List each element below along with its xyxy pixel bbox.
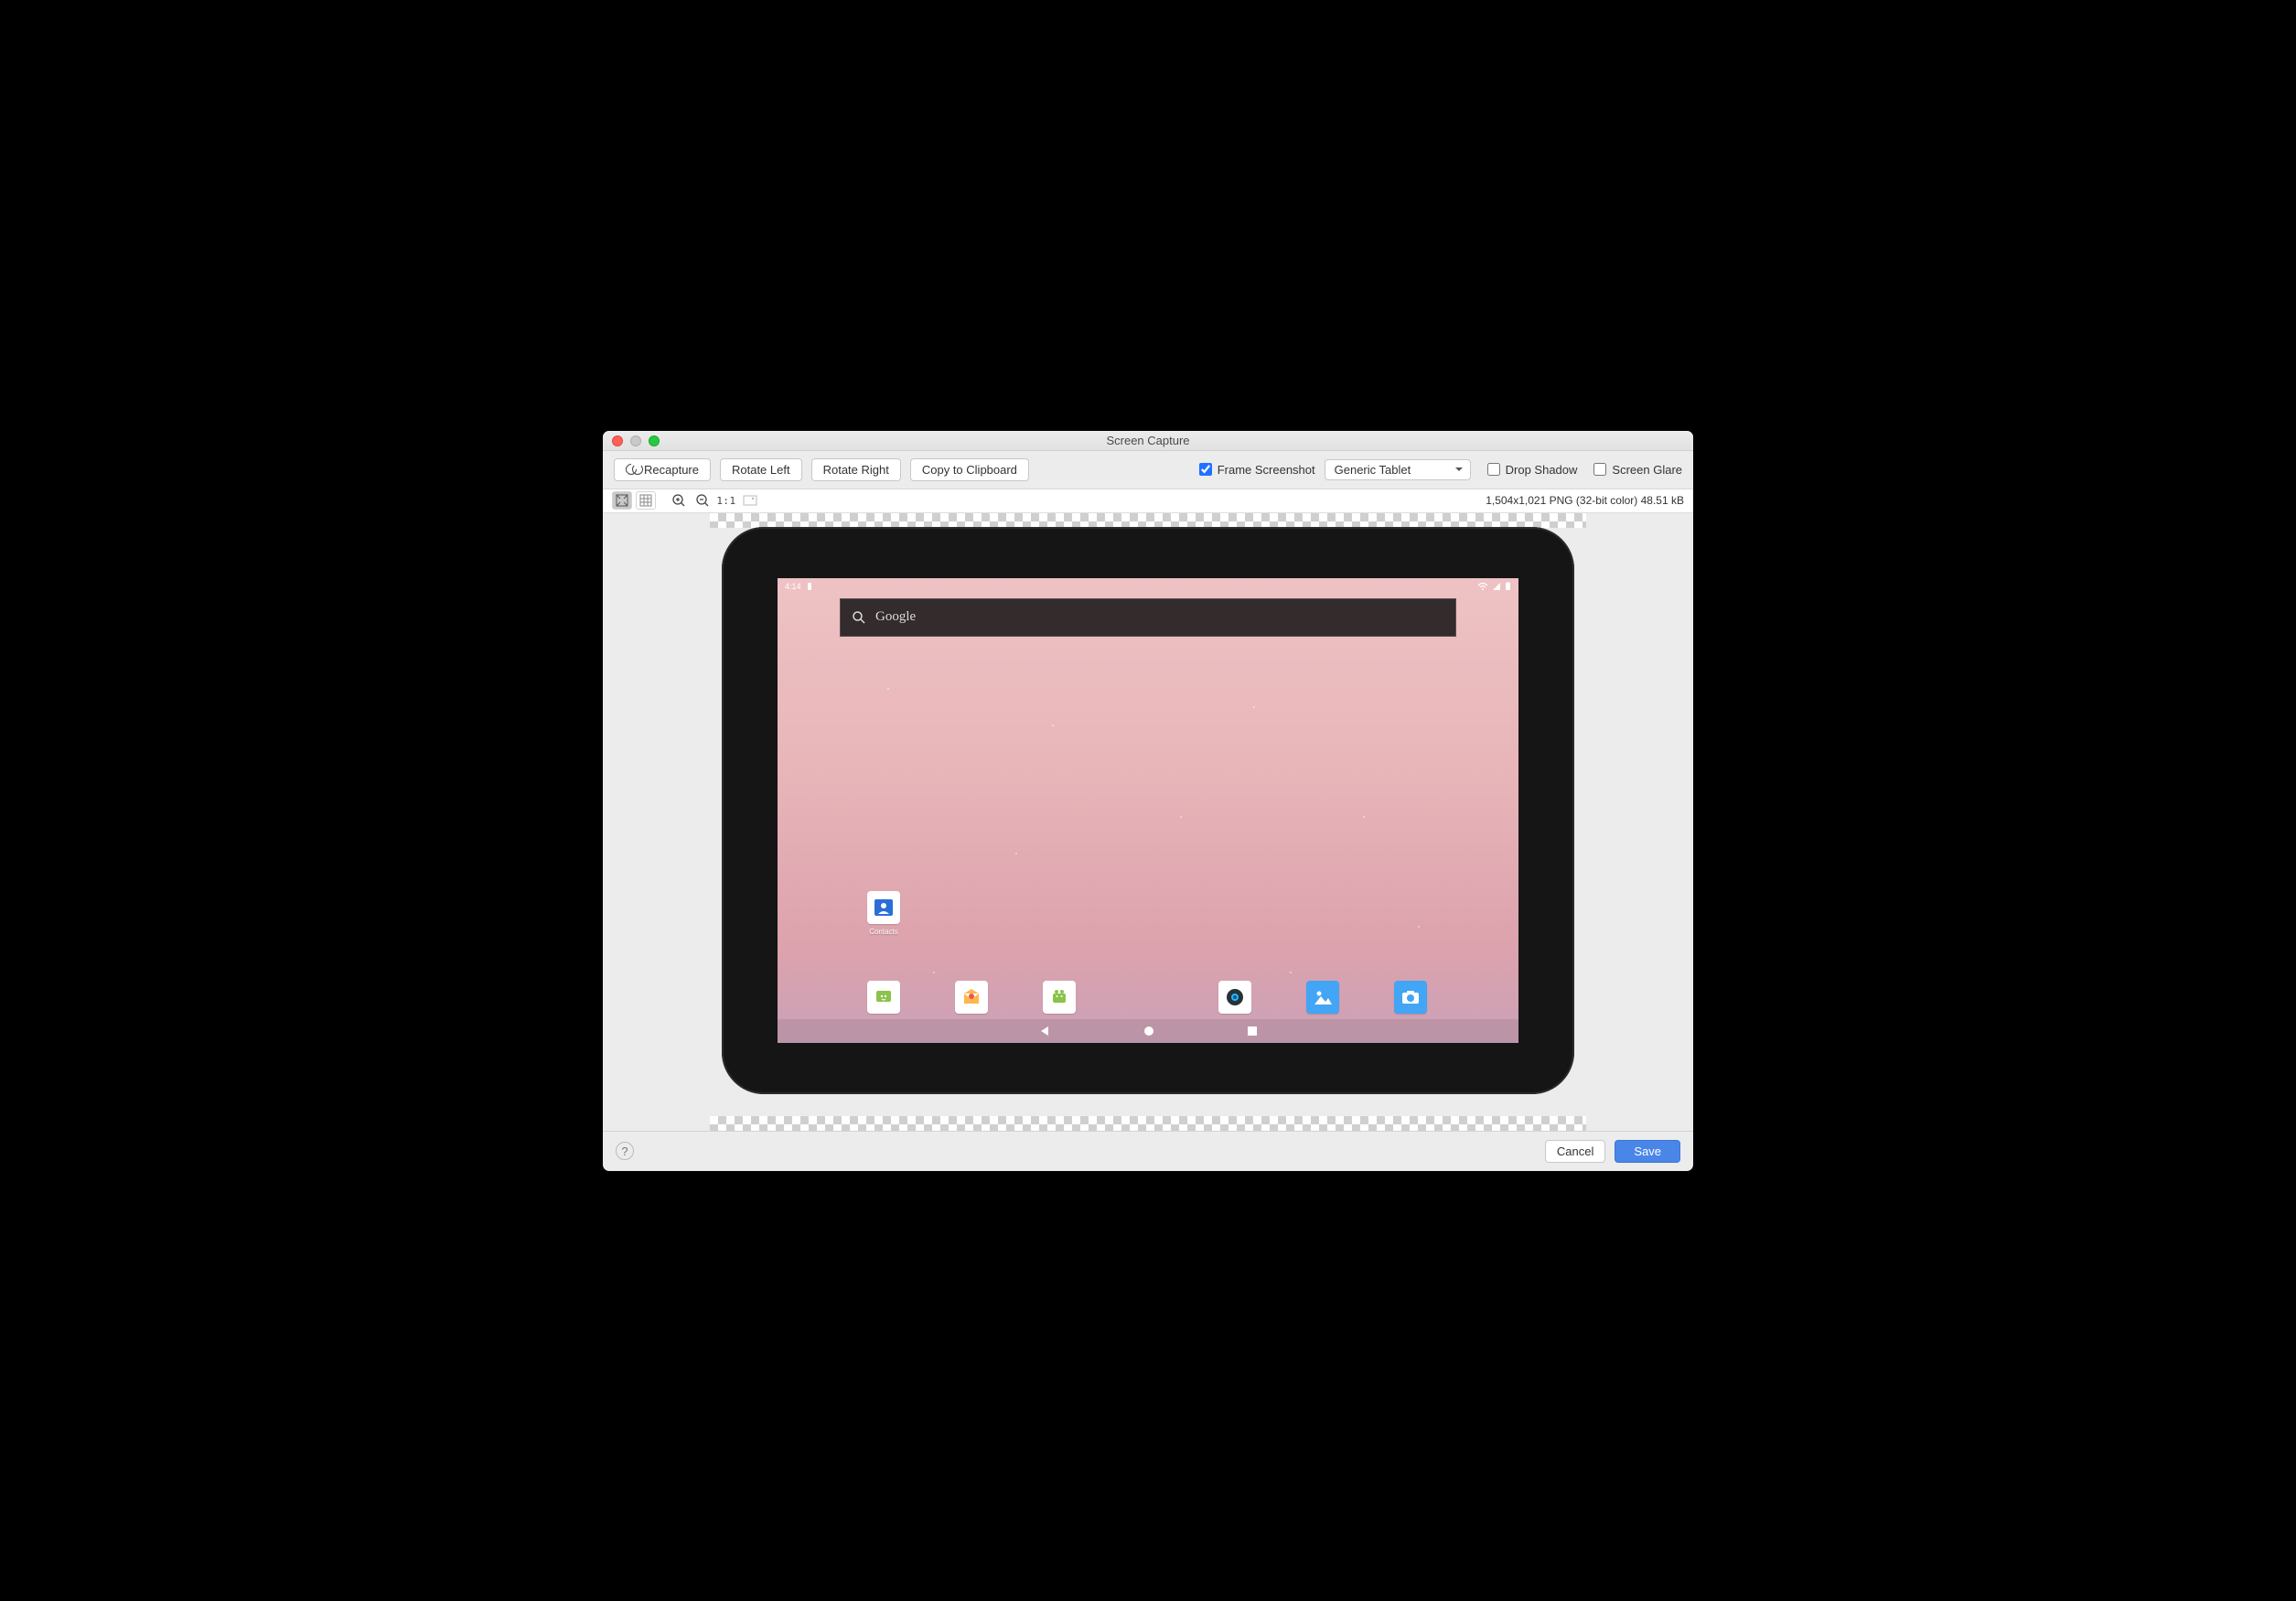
- frame-screenshot-input[interactable]: [1199, 463, 1212, 476]
- search-placeholder: Google: [875, 609, 916, 625]
- zoom-out-button[interactable]: [692, 491, 713, 510]
- device-frame-select[interactable]: Generic Tablet: [1325, 459, 1471, 480]
- zoom-in-icon: [671, 493, 686, 508]
- tablet-screen: 4:14 Google: [778, 578, 1518, 1043]
- screen-glare-checkbox[interactable]: Screen Glare: [1593, 463, 1682, 477]
- messaging-icon: [867, 981, 900, 1014]
- android-navbar: [778, 1019, 1518, 1043]
- preview-area[interactable]: 4:14 Google: [603, 513, 1693, 1131]
- top-toolbar: Recapture Rotate Left Rotate Right Copy …: [603, 451, 1693, 489]
- frame-screenshot-label: Frame Screenshot: [1218, 463, 1315, 477]
- recapture-label: Recapture: [644, 463, 699, 477]
- zoom-fit-icon: [616, 494, 628, 507]
- help-icon: ?: [621, 1144, 628, 1158]
- cancel-button[interactable]: Cancel: [1545, 1140, 1605, 1163]
- save-button[interactable]: Save: [1615, 1140, 1680, 1163]
- close-window-icon[interactable]: [612, 435, 623, 446]
- android-status-bar: 4:14: [778, 578, 1518, 595]
- rotate-right-label: Rotate Right: [823, 463, 889, 477]
- nav-recents-icon[interactable]: [1247, 1026, 1258, 1037]
- wifi-icon: [1477, 582, 1488, 591]
- app-contacts[interactable]: Contacts: [867, 891, 900, 936]
- browser-icon: [1218, 981, 1251, 1014]
- app-gallery[interactable]: [1306, 981, 1339, 1014]
- footer: ? Cancel Save: [603, 1131, 1693, 1171]
- copy-clip-label: Copy to Clipboard: [922, 463, 1017, 477]
- window-controls: [612, 435, 660, 446]
- battery-icon: [1505, 582, 1511, 591]
- nav-home-icon[interactable]: [1143, 1025, 1155, 1037]
- zoom-actual-size-button[interactable]: 1:1: [716, 491, 736, 510]
- debug-icon: [805, 582, 814, 591]
- copy-to-clipboard-button[interactable]: Copy to Clipboard: [910, 458, 1029, 481]
- nav-back-icon[interactable]: [1038, 1025, 1051, 1037]
- drop-shadow-input[interactable]: [1487, 463, 1500, 476]
- titlebar: Screen Capture: [603, 431, 1693, 451]
- search-icon: [852, 610, 866, 625]
- crop-icon: [743, 495, 757, 506]
- window-title: Screen Capture: [1106, 434, 1189, 447]
- email-icon: [955, 981, 988, 1014]
- device-frame-value: Generic Tablet: [1335, 463, 1411, 477]
- minimize-window-icon[interactable]: [630, 435, 641, 446]
- image-info-label: 1,504x1,021 PNG (32-bit color) 48.51 kB: [1486, 494, 1684, 507]
- grid-icon: [639, 494, 652, 507]
- transparency-checker-bottom: [710, 1116, 1586, 1131]
- app-email[interactable]: [955, 981, 988, 1014]
- screen-capture-window: Screen Capture Recapture Rotate Left Rot…: [603, 431, 1693, 1171]
- recapture-button[interactable]: Recapture: [614, 458, 711, 481]
- app-apps[interactable]: [1043, 981, 1076, 1014]
- zoom-crop-button[interactable]: [740, 491, 760, 510]
- help-button[interactable]: ?: [616, 1142, 634, 1160]
- rotate-right-button[interactable]: Rotate Right: [811, 458, 901, 481]
- zoom-window-icon[interactable]: [649, 435, 660, 446]
- save-label: Save: [1634, 1144, 1661, 1158]
- transparency-checker-top: [710, 513, 1586, 528]
- gallery-icon: [1306, 981, 1339, 1014]
- zoom-toolbar: 1:1 1,504x1,021 PNG (32-bit color) 48.51…: [603, 489, 1693, 513]
- google-search-widget[interactable]: Google: [840, 598, 1456, 637]
- zoom-fit-button[interactable]: [612, 491, 632, 510]
- camera-icon: [1394, 981, 1427, 1014]
- drop-shadow-label: Drop Shadow: [1506, 463, 1578, 477]
- contacts-icon: [867, 891, 900, 924]
- rotate-left-button[interactable]: Rotate Left: [720, 458, 802, 481]
- drop-shadow-checkbox[interactable]: Drop Shadow: [1487, 463, 1578, 477]
- contacts-label: Contacts: [869, 928, 898, 936]
- rotate-left-label: Rotate Left: [732, 463, 790, 477]
- zoom-1to1-label: 1:1: [716, 495, 735, 507]
- signal-icon: [1492, 582, 1501, 591]
- zoom-out-icon: [695, 493, 710, 508]
- status-time: 4:14: [785, 582, 801, 591]
- zoom-in-button[interactable]: [669, 491, 689, 510]
- app-messaging[interactable]: [867, 981, 900, 1014]
- screen-glare-input[interactable]: [1593, 463, 1606, 476]
- refresh-icon: [626, 464, 638, 475]
- frame-screenshot-checkbox[interactable]: Frame Screenshot: [1199, 463, 1315, 477]
- android-icon: [1043, 981, 1076, 1014]
- tablet-frame: 4:14 Google: [722, 527, 1574, 1094]
- cancel-label: Cancel: [1557, 1144, 1593, 1158]
- screen-glare-label: Screen Glare: [1612, 463, 1682, 477]
- zoom-grid-button[interactable]: [636, 491, 656, 510]
- app-camera[interactable]: [1394, 981, 1427, 1014]
- app-browser[interactable]: [1218, 981, 1251, 1014]
